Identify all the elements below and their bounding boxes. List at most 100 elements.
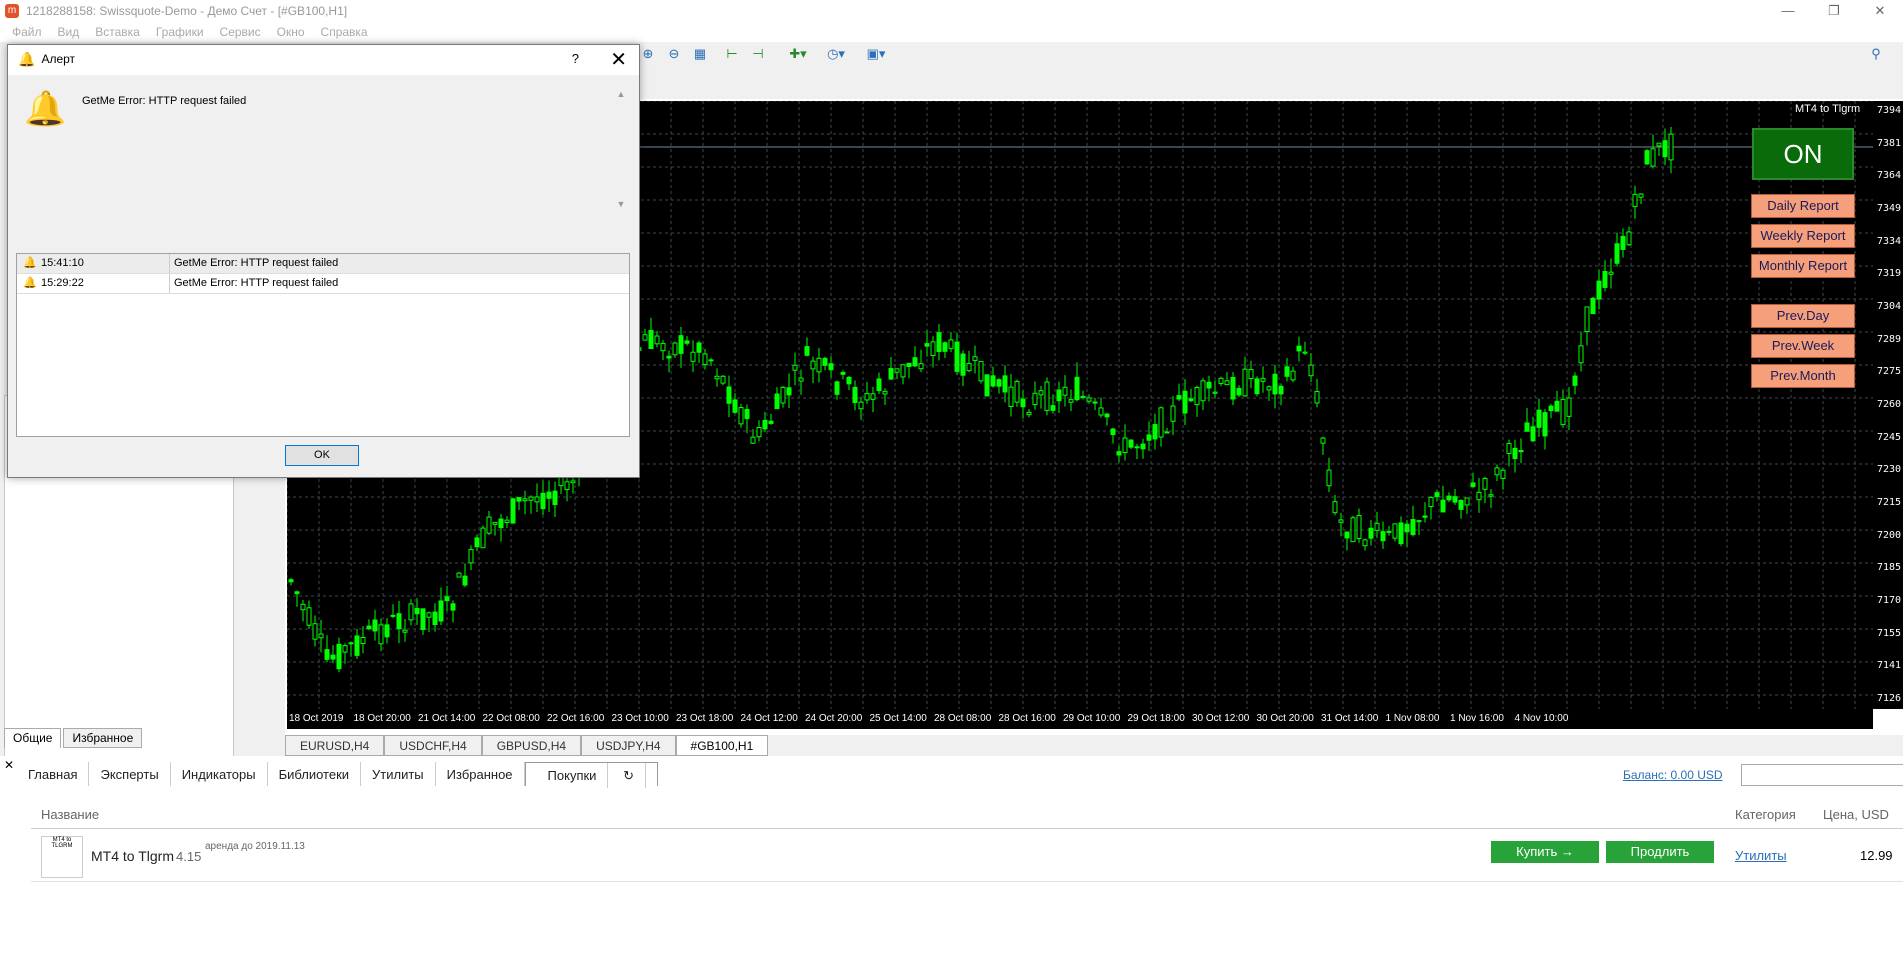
- close-window-icon[interactable]: ✕: [1857, 0, 1903, 22]
- chart-tab-usdchf[interactable]: USDCHF,H4: [384, 735, 482, 756]
- column-category-header[interactable]: Категория: [1735, 807, 1796, 822]
- close-panel-icon[interactable]: ✕: [4, 758, 14, 772]
- candle-body: [930, 341, 936, 356]
- candle-body: [1242, 368, 1248, 397]
- candle-body: [912, 357, 918, 367]
- zoom-out-icon[interactable]: ⊖: [664, 45, 684, 63]
- column-name-header[interactable]: Название: [41, 807, 99, 822]
- time-label: 21 Oct 14:00: [418, 713, 476, 724]
- candle-body: [1032, 392, 1038, 406]
- category-link[interactable]: Утилиты: [1735, 848, 1787, 863]
- candle-body: [870, 393, 876, 400]
- menu-window[interactable]: Окно: [277, 25, 305, 39]
- candle-body: [1224, 380, 1230, 386]
- on-button[interactable]: ON: [1752, 128, 1854, 180]
- tab-common[interactable]: Общие: [4, 728, 62, 748]
- tab-utilities[interactable]: Утилиты: [361, 762, 436, 786]
- menu-insert[interactable]: Вставка: [95, 25, 140, 39]
- candle-body: [552, 490, 558, 505]
- prev-week-button[interactable]: Prev.Week: [1751, 334, 1855, 358]
- restore-icon[interactable]: ❐: [1811, 0, 1857, 22]
- toolbar: ⊕ ⊖ ▦ ⊢ ⊣ ✚▾ ◷▾ ▣▾ ⚲: [526, 42, 1903, 68]
- tab-experts[interactable]: Эксперты: [89, 762, 171, 786]
- help-icon[interactable]: ?: [572, 51, 579, 66]
- candle-body: [1488, 494, 1494, 497]
- search-icon[interactable]: ⚲: [1866, 45, 1886, 63]
- navigator-tabs: Общие Избранное: [4, 728, 232, 748]
- time-label: 29 Oct 10:00: [1063, 713, 1121, 724]
- balance-link[interactable]: Баланс: 0.00 USD: [1623, 768, 1723, 782]
- renew-button[interactable]: Продлить: [1606, 841, 1714, 863]
- menu-charts[interactable]: Графики: [156, 25, 204, 39]
- minimize-icon[interactable]: —: [1765, 0, 1811, 22]
- weekly-report-button[interactable]: Weekly Report: [1751, 224, 1855, 248]
- chart-tab-usdjpy[interactable]: USDJPY,H4: [581, 735, 676, 756]
- menu-view[interactable]: Вид: [58, 25, 80, 39]
- daily-report-button[interactable]: Daily Report: [1751, 194, 1855, 218]
- chart-tab-eurusd[interactable]: EURUSD,H4: [285, 735, 385, 756]
- candle-body: [330, 654, 336, 660]
- menu-file[interactable]: Файл: [12, 25, 42, 39]
- buy-button[interactable]: Купить →: [1491, 841, 1599, 863]
- zoom-in-icon[interactable]: ⊕: [638, 45, 658, 63]
- price-label: 7364.0: [1877, 170, 1903, 182]
- candle-body: [816, 357, 822, 373]
- time-label: 18 Oct 20:00: [353, 713, 411, 724]
- periods-icon[interactable]: ◷▾: [826, 45, 846, 63]
- prev-day-button[interactable]: Prev.Day: [1751, 304, 1855, 328]
- tab-main[interactable]: Главная: [17, 762, 90, 786]
- candle-body: [1536, 409, 1542, 428]
- indicators-icon[interactable]: ✚▾: [788, 45, 808, 63]
- candle-body: [1110, 428, 1116, 436]
- candle-body: [516, 497, 522, 502]
- autoscroll-icon[interactable]: ⊣: [748, 45, 768, 63]
- market-search-input[interactable]: [1741, 764, 1903, 786]
- candle-body: [1662, 140, 1668, 158]
- price-label: 7185.0: [1877, 562, 1903, 574]
- chart-shift-icon[interactable]: ⊢: [722, 45, 742, 63]
- candle-body: [384, 624, 390, 638]
- price-label: 7245.0: [1877, 431, 1903, 443]
- price-label: 7319.0: [1877, 268, 1903, 280]
- time-label: 24 Oct 20:00: [805, 713, 863, 724]
- candle-body: [1512, 447, 1518, 460]
- tab-libraries[interactable]: Библиотеки: [268, 762, 362, 786]
- tab-indicators[interactable]: Индикаторы: [171, 762, 268, 786]
- candle-body: [426, 612, 432, 618]
- time-label: 1 Nov 16:00: [1450, 713, 1504, 724]
- candle-body: [1200, 380, 1206, 402]
- tab-favorites[interactable]: Избранное: [63, 728, 143, 748]
- chart-tab-gb100[interactable]: #GB100,H1: [675, 735, 769, 756]
- alert-row[interactable]: 🔔 15:41:10 GetMe Error: HTTP request fai…: [17, 254, 629, 274]
- chart-tab-gbpusd[interactable]: GBPUSD,H4: [481, 735, 582, 756]
- column-price-header[interactable]: Цена, USD: [1823, 807, 1889, 822]
- templates-icon[interactable]: ▣▾: [866, 45, 886, 63]
- message-scrollbar[interactable]: ▲ ▼: [614, 89, 628, 249]
- candle-body: [540, 492, 546, 510]
- menu-tools[interactable]: Сервис: [220, 25, 261, 39]
- price-axis: 7394.3 7381.2 7364.0 7349.0 7334.0 7319.0 7304…: [1873, 101, 1903, 709]
- candle-body: [1272, 373, 1278, 395]
- bell-icon: 🔔: [18, 50, 36, 67]
- prev-month-button[interactable]: Prev.Month: [1751, 364, 1855, 388]
- ok-button[interactable]: OK: [285, 445, 359, 466]
- product-name[interactable]: MT4 to Tlgrm: [91, 848, 174, 864]
- tab-favorites[interactable]: Избранное: [436, 762, 525, 786]
- alert-row[interactable]: 🔔 15:29:22 GetMe Error: HTTP request fai…: [17, 274, 629, 294]
- candle-body: [1446, 495, 1452, 501]
- refresh-icon[interactable]: ↻: [612, 763, 646, 788]
- candle-body: [1158, 407, 1164, 438]
- close-icon[interactable]: ✕: [610, 47, 627, 72]
- candle-body: [714, 375, 720, 380]
- tile-windows-icon[interactable]: ▦: [690, 45, 710, 63]
- candle-body: [1530, 426, 1536, 442]
- candle-body: [1464, 497, 1470, 506]
- menu-help[interactable]: Справка: [321, 25, 368, 39]
- tab-purchases[interactable]: Покупки ↻: [524, 762, 658, 788]
- candle-body: [1596, 280, 1602, 300]
- candle-body: [696, 342, 702, 353]
- time-label: 23 Oct 10:00: [611, 713, 669, 724]
- monthly-report-button[interactable]: Monthly Report: [1751, 254, 1855, 278]
- candle-body: [1638, 193, 1644, 198]
- candle-body: [534, 496, 540, 503]
